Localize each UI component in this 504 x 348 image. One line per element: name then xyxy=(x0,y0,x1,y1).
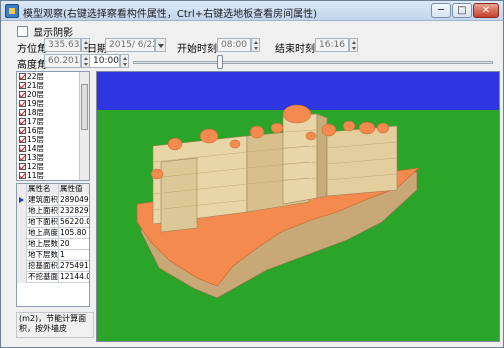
current-time-field[interactable]: 10:00 xyxy=(89,54,120,68)
current-row-icon xyxy=(19,197,24,203)
3d-model-viewport[interactable] xyxy=(96,71,500,342)
table-row[interactable]: 挖基面积 275491.9 xyxy=(17,261,89,272)
end-time-field[interactable]: 16:16 xyxy=(315,38,349,52)
date-field[interactable]: 2015/ 6/22 xyxy=(105,38,155,52)
floor-item[interactable]: 16层 xyxy=(19,127,44,135)
minimize-button[interactable]: ─ xyxy=(431,3,451,18)
start-time-label: 开始时刻 xyxy=(177,44,217,55)
table-row[interactable]: 地下面积 56220.0 xyxy=(17,217,89,228)
column-header-value[interactable]: 属性值 xyxy=(59,184,89,195)
elevation-field[interactable]: 60.2015 xyxy=(44,54,81,68)
date-label: 日期 xyxy=(87,44,107,55)
checked-icon[interactable] xyxy=(19,145,26,152)
elevation-label: 高度角 xyxy=(17,60,47,71)
table-row[interactable]: 地下层数 1 xyxy=(17,250,89,261)
table-row[interactable]: 地上高度 105.80 xyxy=(17,228,89,239)
property-grid[interactable]: 属性名 属性值 建筑面积 289049.9 地上面积 232829.9 地下面积… xyxy=(16,183,90,307)
close-button[interactable]: ✕ xyxy=(473,3,499,18)
floor-item[interactable]: 11层 xyxy=(19,172,44,180)
checked-icon[interactable] xyxy=(19,172,26,179)
current-time-spinner[interactable] xyxy=(120,54,129,68)
time-slider-track[interactable] xyxy=(133,61,493,64)
checked-icon[interactable] xyxy=(19,163,26,170)
date-dropdown-button[interactable] xyxy=(155,38,166,52)
checked-icon[interactable] xyxy=(19,118,26,125)
title-bar[interactable]: 模型观察(右键选择察看构件属性，Ctrl+右键选地板查看房间属性) ─ □ ✕ xyxy=(1,1,503,21)
end-time-label: 结束时刻 xyxy=(275,44,315,55)
azimuth-label: 方位角 xyxy=(17,44,47,55)
table-row[interactable]: 建筑面积 289049.9 xyxy=(17,195,89,206)
checked-icon[interactable] xyxy=(19,154,26,161)
time-slider-thumb[interactable] xyxy=(217,55,223,69)
table-row[interactable]: 地上面积 232829.9 xyxy=(17,206,89,217)
floor-list[interactable]: 22层 21层 20层 19层 18层 17层 16层 15层 14层 13层 … xyxy=(16,71,90,181)
building-model-render[interactable] xyxy=(97,72,499,341)
model-view-window: 模型观察(右键选择察看构件属性，Ctrl+右键选地板查看房间属性) ─ □ ✕ … xyxy=(0,0,504,348)
maximize-button[interactable]: □ xyxy=(452,3,472,18)
app-icon xyxy=(5,4,19,18)
floor-item[interactable]: 17层 xyxy=(19,118,44,126)
checked-icon[interactable] xyxy=(19,127,26,134)
column-header-name[interactable]: 属性名 xyxy=(27,184,59,195)
area-note: (m2)，节能计算面积，按外墙皮 xyxy=(16,312,94,338)
floor-item[interactable]: 15层 xyxy=(19,136,44,144)
floor-item[interactable]: 19层 xyxy=(19,100,44,108)
floor-item[interactable]: 14层 xyxy=(19,145,44,153)
floor-item[interactable]: 22层 xyxy=(19,73,44,81)
show-shadow-row[interactable]: 显示阴影 xyxy=(17,24,73,39)
table-row[interactable]: 不挖基面 12144.0 xyxy=(17,272,89,283)
checked-icon[interactable] xyxy=(19,82,26,89)
window-title: 模型观察(右键选择察看构件属性，Ctrl+右键选地板查看房间属性) xyxy=(23,9,317,20)
end-time-spinner[interactable] xyxy=(349,38,358,52)
floor-item[interactable]: 13层 xyxy=(19,154,44,162)
table-row[interactable]: 地上层数 20 xyxy=(17,239,89,250)
floor-item[interactable]: 12层 xyxy=(19,163,44,171)
start-time-spinner[interactable] xyxy=(251,38,260,52)
start-time-field[interactable]: 08:00 xyxy=(217,38,251,52)
checked-icon[interactable] xyxy=(19,73,26,80)
floor-list-scrollbar[interactable] xyxy=(79,72,89,180)
floor-item[interactable]: 18层 xyxy=(19,109,44,117)
checked-icon[interactable] xyxy=(19,136,26,143)
checked-icon[interactable] xyxy=(19,109,26,116)
azimuth-field[interactable]: 335.633 xyxy=(44,38,81,52)
show-shadow-checkbox[interactable] xyxy=(17,26,28,37)
checked-icon[interactable] xyxy=(19,91,26,98)
checked-icon[interactable] xyxy=(19,100,26,107)
floor-item[interactable]: 21层 xyxy=(19,82,44,90)
scrollbar-thumb[interactable] xyxy=(81,84,88,130)
floor-item[interactable]: 20层 xyxy=(19,91,44,99)
property-header-row: 属性名 属性值 xyxy=(17,184,89,195)
